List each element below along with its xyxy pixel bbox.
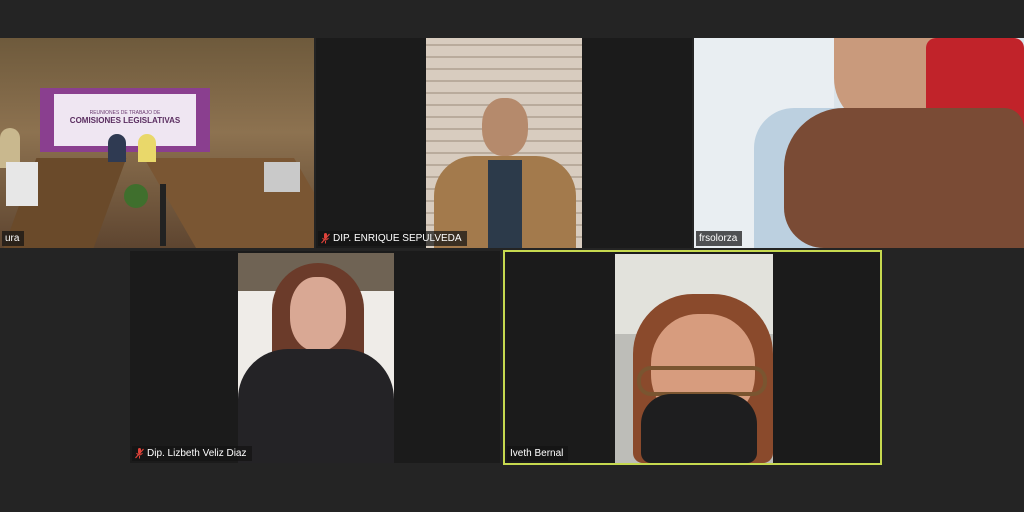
video-feed-iveth — [615, 254, 773, 463]
participant-name-tag: Iveth Bernal — [507, 446, 569, 461]
video-feed-room: REUNIONES DE TRABAJO DE COMISIONES LEGIS… — [0, 38, 314, 248]
video-tile-room[interactable]: REUNIONES DE TRABAJO DE COMISIONES LEGIS… — [0, 38, 314, 248]
plant — [124, 184, 148, 208]
participant-name: Dip. Lizbeth Veliz Diaz — [147, 448, 247, 459]
video-tile-enrique[interactable]: DIP. ENRIQUE SEPULVEDA — [316, 38, 692, 248]
video-feed-frsolorza — [694, 38, 1024, 248]
face-mask — [641, 394, 757, 463]
participant-name-tag: ura — [2, 231, 25, 246]
person-face — [290, 277, 346, 351]
glasses — [637, 366, 767, 396]
camera-tripod — [160, 184, 166, 246]
participant-name: DIP. ENRIQUE SEPULVEDA — [333, 233, 462, 244]
participant-name-tag: DIP. ENRIQUE SEPULVEDA — [318, 231, 467, 246]
person-head — [482, 98, 528, 156]
person-shirt — [488, 160, 522, 248]
participant-name-tag: Dip. Lizbeth Veliz Diaz — [132, 446, 252, 461]
sign-card — [6, 162, 38, 206]
participant-name-tag: frsolorza — [696, 231, 743, 246]
laptop — [264, 162, 300, 192]
video-tile-frsolorza[interactable]: frsolorza — [694, 38, 1024, 248]
participant-name: frsolorza — [699, 233, 738, 244]
microphone-muted-icon — [321, 233, 330, 244]
participant-name: ura — [5, 233, 20, 244]
banner-line2: COMISIONES LEGISLATIVAS — [69, 116, 181, 125]
microphone-muted-icon — [135, 448, 144, 459]
video-feed-enrique — [426, 38, 582, 248]
person-silhouette — [108, 134, 126, 162]
hand — [784, 108, 1024, 248]
person-silhouette — [138, 134, 156, 162]
video-feed-lizbeth — [238, 253, 394, 463]
participant-name: Iveth Bernal — [510, 448, 564, 459]
video-tile-lizbeth[interactable]: Dip. Lizbeth Veliz Diaz — [130, 251, 500, 463]
video-tile-iveth[interactable]: Iveth Bernal — [503, 250, 882, 465]
person-blouse — [238, 349, 394, 463]
